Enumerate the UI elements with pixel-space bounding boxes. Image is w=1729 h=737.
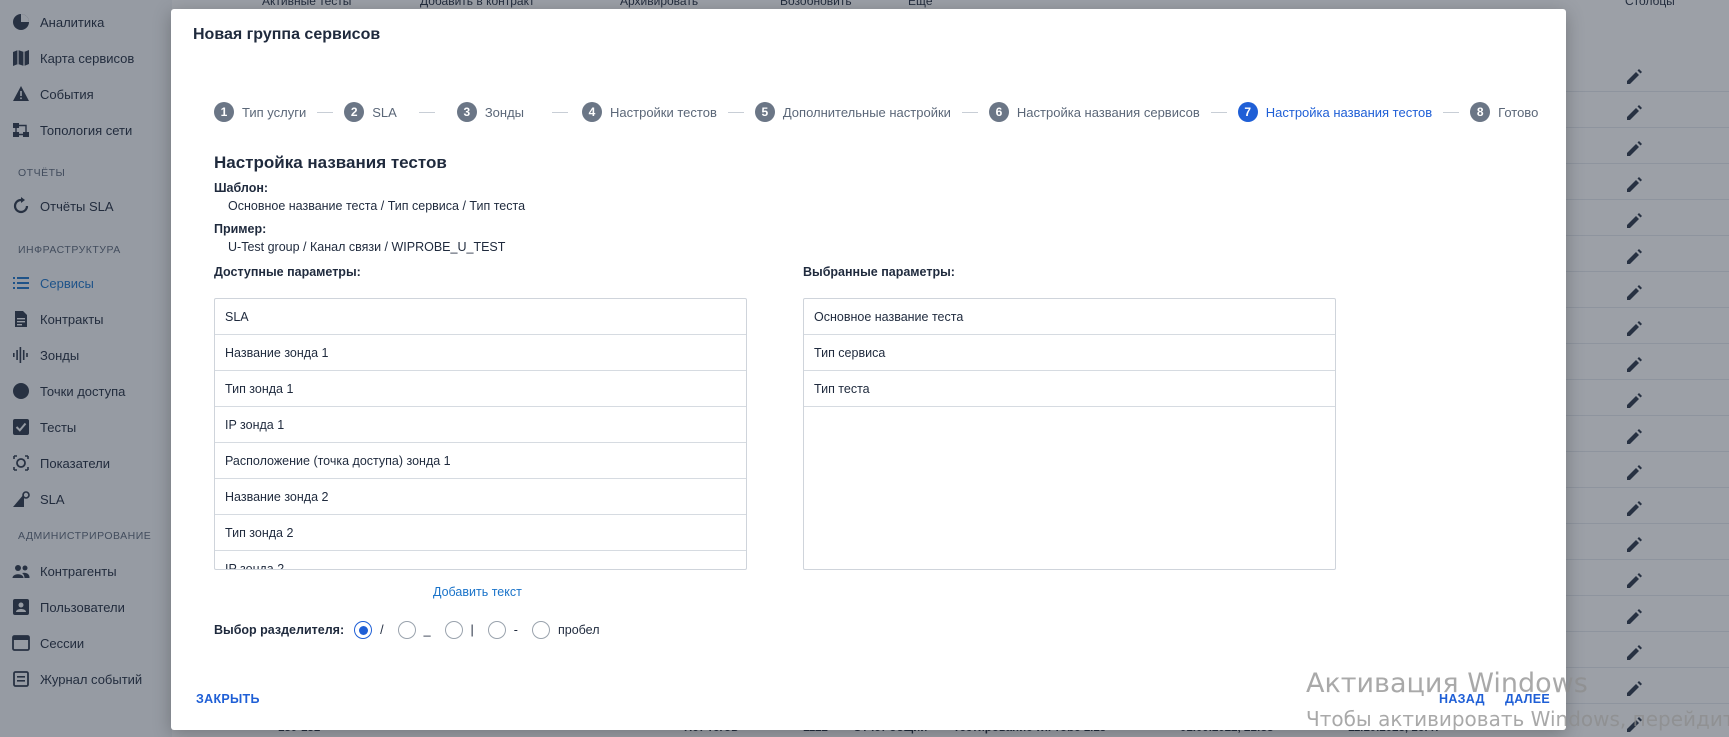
add-text-button[interactable]: Добавить текст xyxy=(433,585,522,599)
list-item[interactable]: SLA xyxy=(215,299,746,335)
separator-radio-slash[interactable]: / xyxy=(354,621,384,639)
radio-label: / xyxy=(380,623,384,637)
list-item[interactable]: Тип зонда 1 xyxy=(215,371,746,407)
step-connector xyxy=(317,111,334,113)
step-label: Настройка названия сервисов xyxy=(1016,104,1200,120)
step-number: 2 xyxy=(344,102,365,122)
close-button[interactable]: ЗАКРЫТЬ xyxy=(196,692,260,706)
step-test-settings[interactable]: 4 Настройки тестов xyxy=(582,102,717,122)
step-number: 6 xyxy=(988,102,1009,122)
available-params-list[interactable]: SLA Название зонда 1 Тип зонда 1 IP зонд… xyxy=(214,298,747,570)
radio-label: - xyxy=(513,623,518,637)
radio-circle xyxy=(354,621,373,639)
template-label: Шаблон: xyxy=(214,181,269,195)
step-label: SLA xyxy=(372,104,397,120)
available-params-label: Доступные параметры: xyxy=(214,265,361,279)
step-label: Тип услуги xyxy=(242,104,307,120)
section-title: Настройка названия тестов xyxy=(214,153,447,172)
step-number: 3 xyxy=(456,102,477,122)
step-service-type[interactable]: 1 Тип услуги xyxy=(214,102,306,122)
radio-circle xyxy=(444,621,463,639)
radio-label: | xyxy=(470,623,474,637)
dialog-title: Новая группа сервисов xyxy=(193,26,381,43)
radio-label: пробел xyxy=(557,623,600,637)
step-service-naming[interactable]: 6 Настройка названия сервисов xyxy=(988,102,1200,122)
list-item[interactable]: IP зонда 2 xyxy=(215,551,746,570)
step-connector xyxy=(1443,111,1460,113)
radio-circle xyxy=(531,621,550,639)
step-number: 8 xyxy=(1470,102,1491,122)
separator-radio-pipe[interactable]: | xyxy=(444,621,474,639)
list-item[interactable]: Название зонда 1 xyxy=(215,335,746,371)
separator-radio-space[interactable]: пробел xyxy=(531,621,600,639)
step-sla[interactable]: 2 SLA xyxy=(344,102,397,122)
radio-circle xyxy=(397,621,416,639)
step-connector xyxy=(552,111,569,113)
separator-radio-underscore[interactable]: _ xyxy=(397,621,431,639)
windows-activation-watermark: Активация Windows xyxy=(1306,668,1588,699)
step-connector xyxy=(961,111,978,113)
radio-label: _ xyxy=(423,623,431,637)
step-label: Готово xyxy=(1498,104,1539,120)
step-connector xyxy=(1210,111,1227,113)
step-connector xyxy=(727,111,744,113)
selected-params-list[interactable]: Основное название теста Тип сервиса Тип … xyxy=(803,298,1336,570)
example-value: U-Test group / Канал связи / WIPROBE_U_T… xyxy=(228,240,506,254)
list-item[interactable]: Тип теста xyxy=(804,371,1335,407)
step-test-naming[interactable]: 7 Настройка названия тестов xyxy=(1237,102,1433,122)
step-label: Зонды xyxy=(484,104,525,120)
list-item[interactable]: Расположение (точка доступа) зонда 1 xyxy=(215,443,746,479)
list-item[interactable]: IP зонда 1 xyxy=(215,407,746,443)
separator-label: Выбор разделителя: xyxy=(214,623,345,637)
template-value: Основное название теста / Тип сервиса / … xyxy=(228,199,526,213)
example-label: Пример: xyxy=(214,222,267,236)
windows-activation-watermark-line2: Чтобы активировать Windows, перейдите xyxy=(1306,707,1729,731)
step-probes[interactable]: 3 Зонды xyxy=(456,102,525,122)
list-item[interactable]: Тип сервиса xyxy=(804,335,1335,371)
wizard-stepper: 1 Тип услуги 2 SLA 3 Зонды 4 Настройки т… xyxy=(214,101,1538,123)
separator-radio-dash[interactable]: - xyxy=(487,621,518,639)
step-label: Настройки тестов xyxy=(610,104,717,120)
step-done[interactable]: 8 Готово xyxy=(1470,102,1538,122)
list-item[interactable]: Основное название теста xyxy=(804,299,1335,335)
list-item[interactable]: Название зонда 2 xyxy=(215,479,746,515)
list-item[interactable]: Тип зонда 2 xyxy=(215,515,746,551)
step-number: 5 xyxy=(754,102,775,122)
step-connector xyxy=(418,111,435,113)
radio-circle xyxy=(487,621,506,639)
step-number: 4 xyxy=(582,102,603,122)
separator-selector: Выбор разделителя: / _ | - пробел xyxy=(214,618,614,642)
step-additional-settings[interactable]: 5 Дополнительные настройки xyxy=(754,102,951,122)
selected-params-label: Выбранные параметры: xyxy=(803,265,955,279)
step-number: 7 xyxy=(1237,102,1258,122)
step-number: 1 xyxy=(214,102,234,122)
new-service-group-dialog: Новая группа сервисов 1 Тип услуги 2 SLA… xyxy=(171,9,1566,730)
step-label: Дополнительные настройки xyxy=(782,104,951,120)
step-label: Настройка названия тестов xyxy=(1265,104,1433,120)
